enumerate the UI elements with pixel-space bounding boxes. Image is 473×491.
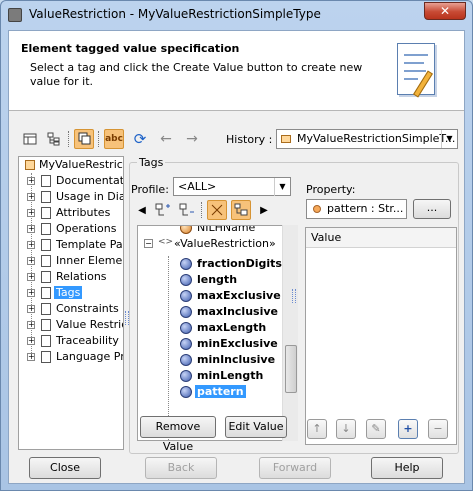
tag-list-scrollbar[interactable] bbox=[282, 225, 298, 441]
refresh-icon[interactable]: ⟳ bbox=[130, 129, 150, 149]
scroll-right-icon[interactable]: ▶ bbox=[259, 200, 269, 220]
app-icon bbox=[8, 8, 22, 22]
page-icon bbox=[41, 271, 51, 283]
tags-group-title: Tags bbox=[137, 156, 166, 169]
forward-button[interactable]: Forward bbox=[259, 457, 331, 479]
expand-toggle-icon[interactable]: + bbox=[27, 177, 35, 185]
remove-value-button[interactable]: Remove Value bbox=[140, 416, 216, 453]
tags-toolbar: ◀ ▶ bbox=[137, 200, 292, 222]
chevron-down-icon[interactable]: ▼ bbox=[274, 178, 290, 196]
page-icon bbox=[41, 303, 51, 315]
expand-toggle-icon[interactable]: + bbox=[27, 193, 35, 201]
collapse-toggle-icon[interactable]: − bbox=[144, 239, 153, 248]
page-icon bbox=[41, 191, 51, 203]
move-up-icon[interactable]: ↑ bbox=[307, 419, 327, 439]
page-icon bbox=[41, 175, 51, 187]
navigation-tree[interactable]: MyValueRestrictio +Documentatio+Usage in… bbox=[18, 156, 124, 450]
dialog-footer: Close Back Forward Help bbox=[9, 457, 464, 483]
page-icon bbox=[41, 239, 51, 251]
splitter-handle[interactable] bbox=[292, 289, 296, 303]
add-value-icon[interactable]: + bbox=[398, 419, 418, 439]
back-arrow-icon[interactable]: ← bbox=[156, 129, 176, 149]
expand-toggle-icon[interactable]: + bbox=[27, 225, 35, 233]
value-column-header: Value bbox=[306, 228, 456, 248]
document-pencil-icon bbox=[397, 43, 435, 98]
remove-icon[interactable]: − bbox=[428, 419, 448, 439]
stereotype-icon: <> bbox=[158, 237, 174, 247]
tag-definition-icon bbox=[180, 290, 192, 302]
tree-view-icon[interactable] bbox=[44, 129, 64, 149]
tag-definition-icon bbox=[180, 386, 192, 398]
table-view-icon[interactable] bbox=[20, 129, 40, 149]
expand-toggle-icon[interactable]: + bbox=[27, 353, 35, 361]
class-icon bbox=[281, 135, 291, 143]
page-icon bbox=[41, 207, 51, 219]
dialog-window: ValueRestriction - MyValueRestrictionSim… bbox=[0, 0, 473, 491]
title-bar: ValueRestriction - MyValueRestrictionSim… bbox=[1, 1, 472, 29]
move-down-icon[interactable]: ↓ bbox=[336, 419, 356, 439]
header-title: Element tagged value specification bbox=[21, 42, 240, 55]
window-close-button[interactable]: ✕ bbox=[424, 2, 466, 20]
expand-toggle-icon[interactable]: + bbox=[27, 337, 35, 345]
profile-label: Profile: bbox=[131, 183, 169, 196]
edit-value-button[interactable]: Edit Value bbox=[225, 416, 287, 438]
tag-definition-icon bbox=[180, 322, 192, 334]
history-value: MyValueRestrictionSimpleT... bbox=[297, 132, 456, 145]
window-title: ValueRestriction - MyValueRestrictionSim… bbox=[29, 7, 321, 21]
tag-definition-icon bbox=[180, 274, 192, 286]
tag-definition-icon bbox=[180, 338, 192, 350]
close-button[interactable]: Close bbox=[29, 457, 101, 479]
expand-toggle-icon[interactable]: + bbox=[27, 321, 35, 329]
expand-toggle-icon[interactable]: + bbox=[27, 273, 35, 281]
dialog-header: Element tagged value specification Selec… bbox=[9, 31, 464, 111]
tag-definition-icon bbox=[180, 306, 192, 318]
chevron-down-icon[interactable]: ▼ bbox=[441, 130, 457, 148]
class-icon bbox=[25, 160, 35, 170]
spell-check-icon[interactable]: abc bbox=[104, 129, 124, 149]
header-description: Select a tag and click the Create Value … bbox=[30, 61, 363, 88]
property-icon bbox=[313, 205, 321, 213]
profile-select[interactable]: <ALL> ▼ bbox=[173, 177, 291, 196]
edit-pencil-icon[interactable]: ✎ bbox=[366, 419, 386, 439]
page-icon bbox=[41, 223, 51, 235]
scroll-left-icon[interactable]: ◀ bbox=[137, 200, 147, 220]
more-button[interactable]: ... bbox=[413, 199, 451, 219]
page-icon bbox=[41, 319, 51, 331]
tag-definition-icon bbox=[180, 370, 192, 382]
help-button[interactable]: Help bbox=[371, 457, 443, 479]
scroll-thumb[interactable] bbox=[285, 345, 297, 393]
property-field: pattern : Str... bbox=[306, 199, 407, 219]
expand-all-icon[interactable] bbox=[153, 200, 173, 220]
page-icon bbox=[41, 255, 51, 267]
forward-arrow-icon[interactable]: → bbox=[182, 129, 202, 149]
collapse-all-icon[interactable] bbox=[177, 200, 197, 220]
page-icon bbox=[41, 351, 51, 363]
profile-value: <ALL> bbox=[178, 180, 217, 193]
back-button[interactable]: Back bbox=[145, 457, 217, 479]
tag-definition-icon bbox=[180, 354, 192, 366]
history-label: History : bbox=[226, 133, 273, 146]
main-toolbar: abc ⟳ ← → History : MyValueRestrictionSi… bbox=[18, 129, 458, 153]
page-icon bbox=[41, 287, 51, 299]
expand-toggle-icon[interactable]: + bbox=[27, 241, 35, 249]
expand-toggle-icon[interactable]: + bbox=[27, 209, 35, 217]
tag-list[interactable]: NILHName − <> «ValueRestriction» fractio… bbox=[137, 225, 298, 441]
expand-toggle-icon[interactable]: + bbox=[27, 305, 35, 313]
value-table[interactable]: Value bbox=[305, 227, 457, 445]
show-tagged-icon[interactable] bbox=[231, 200, 251, 220]
expand-toggle-icon[interactable]: + bbox=[27, 289, 35, 297]
dialog-client: Element tagged value specification Selec… bbox=[8, 30, 465, 484]
history-select[interactable]: MyValueRestrictionSimpleT... ▼ bbox=[276, 129, 458, 149]
tag-definition-icon bbox=[180, 258, 192, 270]
expand-toggle-icon[interactable]: + bbox=[27, 257, 35, 265]
filter-tags-icon[interactable] bbox=[207, 200, 227, 220]
copy-icon[interactable] bbox=[74, 129, 94, 149]
property-label: Property: bbox=[306, 183, 356, 196]
page-icon bbox=[41, 335, 51, 347]
